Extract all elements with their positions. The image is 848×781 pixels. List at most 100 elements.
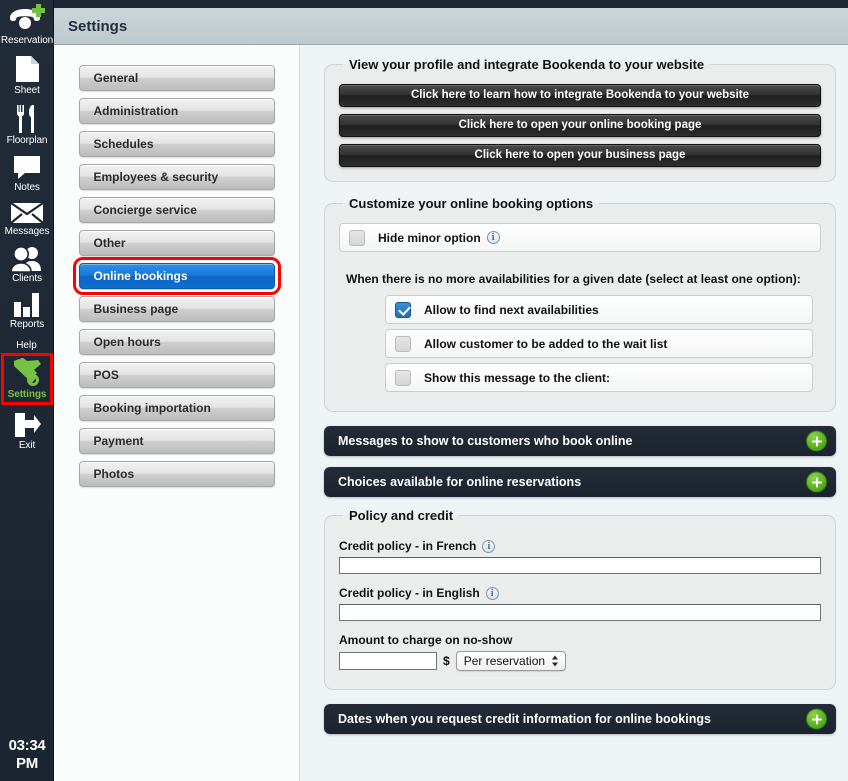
sidebar-item-sheet[interactable]: Sheet [0, 50, 54, 100]
menu-item-open-hours[interactable]: Open hours [78, 329, 275, 355]
settings-menu: General Administration Schedules Employe… [54, 45, 300, 781]
menu-item-business-page[interactable]: Business page [78, 296, 275, 322]
credit-policy-english-input[interactable] [339, 604, 821, 621]
menu-item-photos[interactable]: Photos [78, 461, 275, 487]
fork-knife-icon [17, 105, 34, 133]
amount-no-show-row: $ Per reservation [339, 651, 821, 671]
plus-icon[interactable] [806, 471, 827, 493]
menu-item-payment[interactable]: Payment [78, 428, 275, 454]
sidebar-item-reports[interactable]: Reports [0, 288, 54, 334]
charge-unit-selected-value: Per reservation [463, 654, 546, 668]
allow-wait-list-checkbox[interactable] [395, 335, 411, 352]
sidebar-item-label: Messages [4, 226, 50, 237]
credit-policy-french-input[interactable] [339, 557, 821, 574]
open-business-page-button[interactable]: Click here to open your business page [339, 144, 821, 167]
menu-item-label: Schedules [93, 137, 154, 151]
choices-online-reservations-label: Choices available for online reservation… [338, 475, 582, 489]
menu-item-label: Booking importation [93, 401, 211, 415]
messages-to-customers-bar[interactable]: Messages to show to customers who book o… [324, 426, 836, 456]
help-label[interactable]: Help [0, 340, 53, 351]
menu-item-employees-security[interactable]: Employees & security [78, 164, 275, 190]
integrate-website-button[interactable]: Click here to learn how to integrate Boo… [339, 84, 821, 107]
menu-item-label: Online bookings [93, 269, 188, 283]
menu-item-label: Concierge service [93, 203, 197, 217]
menu-item-label: POS [93, 368, 119, 382]
menu-item-label: Open hours [93, 335, 161, 349]
menu-item-label: Photos [93, 467, 135, 481]
sidebar-item-messages[interactable]: Messages [0, 197, 54, 241]
sheet-page-icon [16, 56, 39, 82]
top-strip [54, 0, 848, 8]
allow-next-availabilities-row[interactable]: Allow to find next availabilities [385, 295, 813, 324]
people-icon [10, 246, 41, 272]
sidebar-item-label: Notes [14, 182, 40, 193]
choices-online-reservations-bar[interactable]: Choices available for online reservation… [324, 467, 836, 497]
allow-next-availabilities-checkbox[interactable] [395, 301, 411, 318]
availability-options-list: Allow to find next availabilities Allow … [385, 295, 813, 392]
info-icon[interactable]: i [486, 231, 500, 244]
sidebar-item-notes[interactable]: Notes [0, 150, 54, 197]
menu-item-pos[interactable]: POS [78, 362, 275, 388]
allow-wait-list-row[interactable]: Allow customer to be added to the wait l… [385, 329, 813, 358]
menu-item-label: Administration [93, 104, 179, 118]
left-nav-rail: Reservation Sheet Floorplan Notes Messag… [0, 0, 54, 781]
amount-no-show-label-wrap: Amount to charge on no-show [339, 633, 821, 647]
profile-integration-group: View your profile and integrate Bookenda… [324, 57, 836, 182]
page-title: Settings [68, 17, 128, 35]
sidebar-item-floorplan[interactable]: Floorplan [0, 100, 54, 150]
menu-item-label: Payment [93, 434, 144, 448]
menu-item-booking-importation[interactable]: Booking importation [78, 395, 275, 421]
menu-item-label: Employees & security [93, 170, 219, 184]
hide-minor-option-label-wrap: Hide minor option i [378, 231, 500, 245]
open-booking-page-button[interactable]: Click here to open your online booking p… [339, 114, 821, 137]
clock-meridiem: PM [16, 755, 38, 772]
currency-symbol: $ [443, 654, 450, 668]
menu-item-administration[interactable]: Administration [78, 98, 275, 124]
show-message-label: Show this message to the client: [424, 370, 611, 385]
hide-minor-option-row[interactable]: Hide minor option i [339, 223, 821, 252]
menu-item-general[interactable]: General [78, 65, 275, 91]
window-body: General Administration Schedules Employe… [54, 45, 848, 781]
plus-icon[interactable] [806, 708, 827, 730]
exit-arrow-icon [15, 413, 41, 437]
settings-content: View your profile and integrate Bookenda… [300, 45, 848, 781]
envelope-icon [10, 202, 44, 224]
amount-no-show-input[interactable] [339, 652, 437, 670]
sidebar-item-label: Reports [9, 319, 45, 330]
credit-policy-french-label: Credit policy - in French [339, 539, 477, 553]
menu-item-other[interactable]: Other [78, 230, 275, 256]
sidebar-item-clients[interactable]: Clients [0, 241, 54, 288]
sidebar-item-label: Reservation [0, 35, 54, 46]
policy-credit-group: Policy and credit Credit policy - in Fre… [324, 508, 836, 690]
allow-wait-list-label: Allow customer to be added to the wait l… [424, 336, 668, 351]
menu-item-schedules[interactable]: Schedules [78, 131, 275, 157]
allow-next-availabilities-label: Allow to find next availabilities [424, 302, 599, 317]
profile-integration-legend: View your profile and integrate Bookenda… [349, 57, 705, 72]
booking-options-legend: Customize your online booking options [349, 196, 594, 211]
clock-time: 03:34 [8, 737, 46, 754]
messages-to-customers-label: Messages to show to customers who book o… [338, 434, 633, 448]
settings-window: Settings General Administration Schedule… [54, 8, 848, 781]
show-message-row[interactable]: Show this message to the client: [385, 363, 813, 392]
availability-note: When there is no more availabilities for… [346, 272, 801, 286]
sidebar-item-label: Exit [18, 440, 36, 451]
hide-minor-option-label: Hide minor option [378, 230, 481, 245]
info-icon[interactable]: i [482, 539, 496, 553]
sidebar-item-exit[interactable]: Exit [0, 407, 54, 455]
bar-chart-icon [14, 293, 39, 317]
menu-item-concierge-service[interactable]: Concierge service [78, 197, 275, 223]
credit-policy-english-label-wrap: Credit policy - in English i [339, 586, 821, 600]
sidebar-item-reservation[interactable]: Reservation [0, 0, 54, 50]
sidebar-item-settings[interactable]: Settings [1, 353, 53, 405]
phone-plus-icon [10, 4, 45, 29]
chevron-updown-icon [552, 655, 559, 668]
menu-item-label: General [93, 71, 139, 85]
menu-item-online-bookings[interactable]: Online bookings [72, 257, 281, 295]
hide-minor-option-checkbox[interactable] [349, 229, 365, 246]
credit-info-dates-bar[interactable]: Dates when you request credit informatio… [324, 704, 836, 734]
plus-icon[interactable] [806, 430, 827, 452]
charge-unit-select[interactable]: Per reservation [455, 651, 567, 671]
show-message-checkbox[interactable] [395, 369, 411, 386]
info-icon[interactable]: i [485, 586, 499, 600]
app-root: Reservation Sheet Floorplan Notes Messag… [0, 0, 848, 781]
